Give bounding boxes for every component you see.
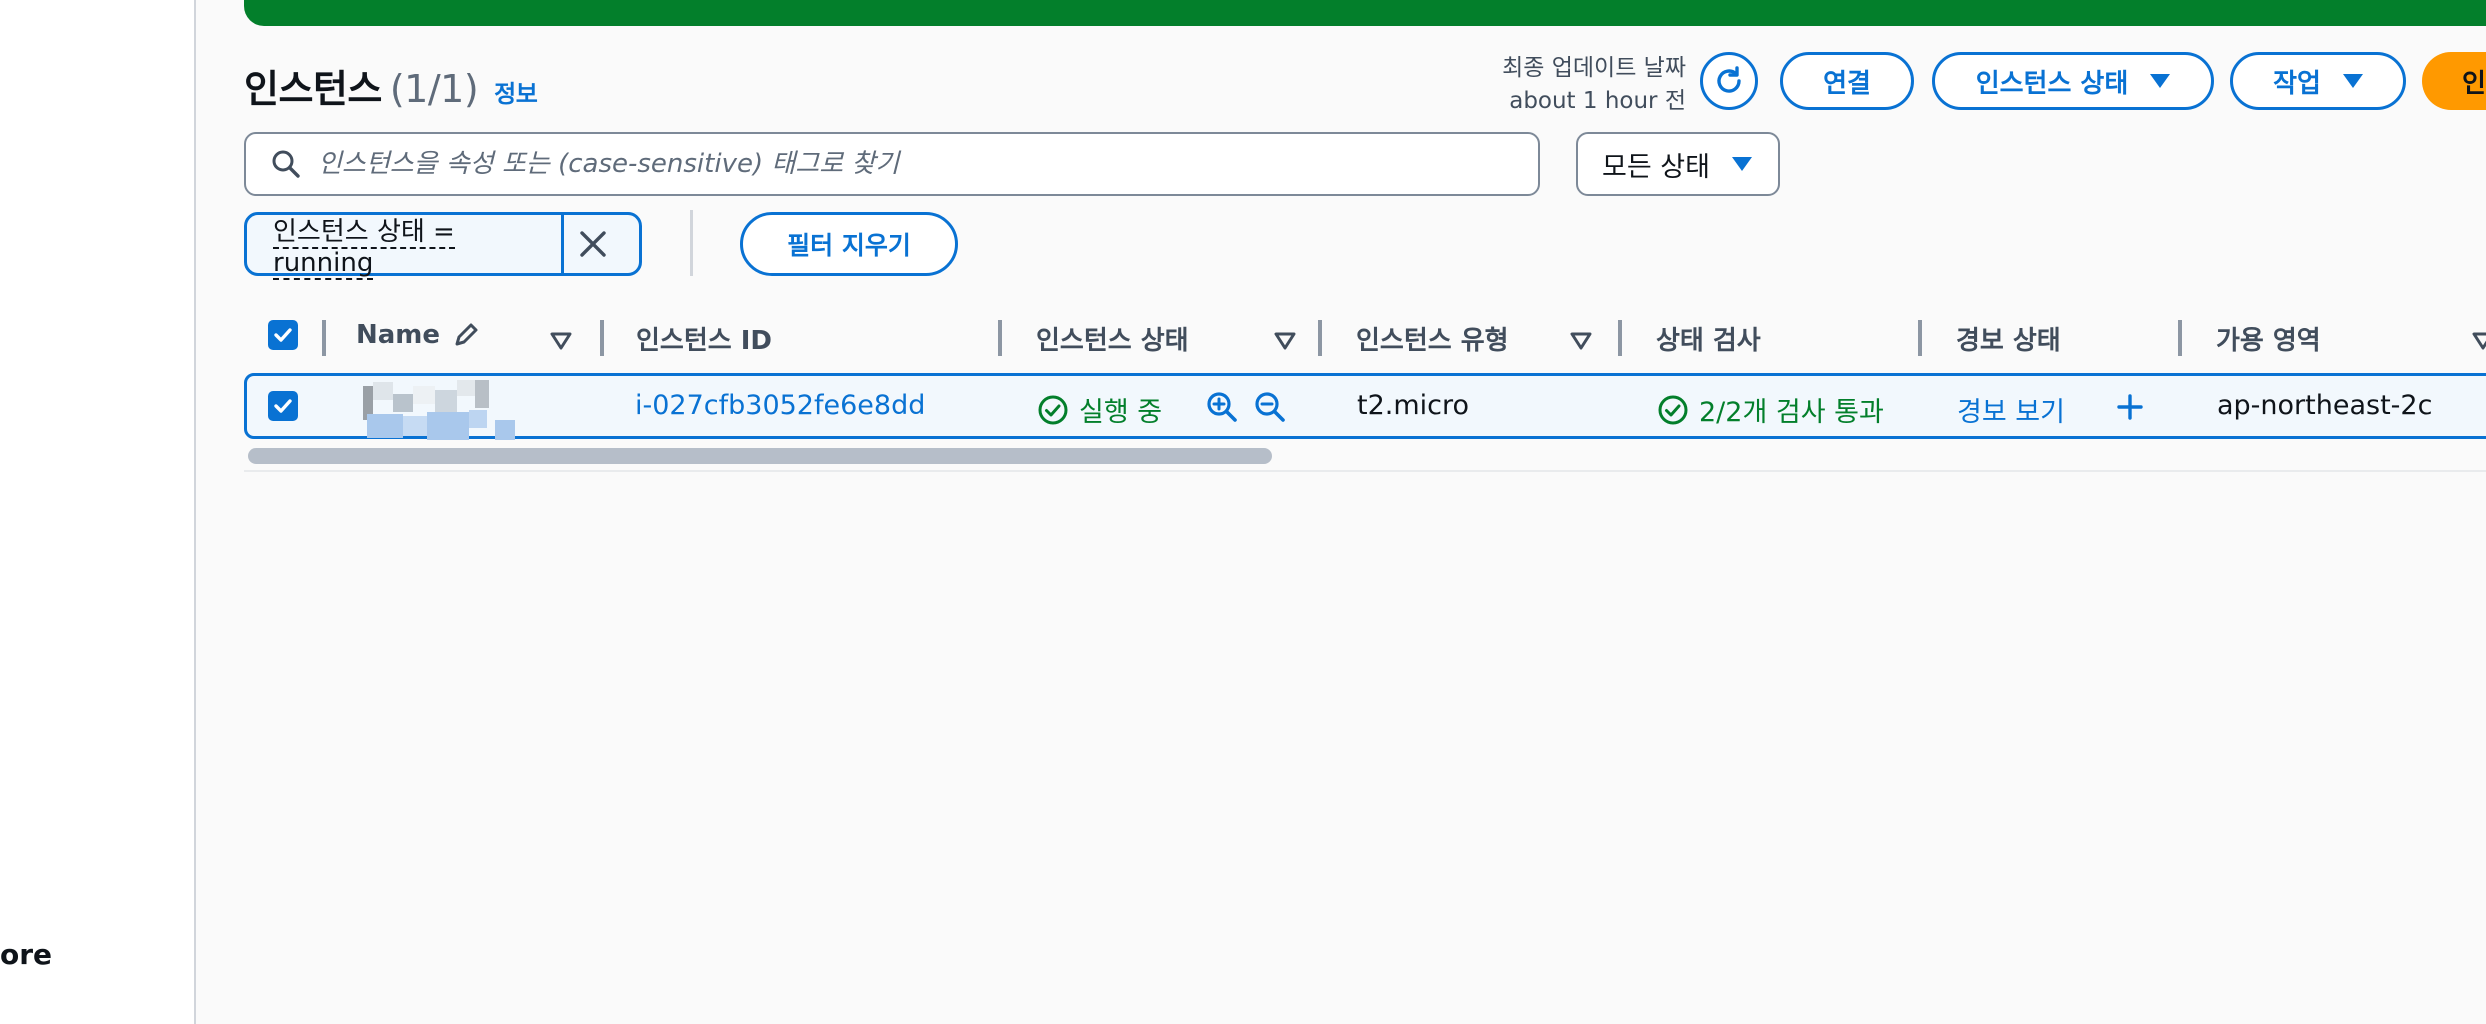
column-header-instance-id[interactable]: 인스턴스 ID [636,320,772,357]
close-icon [580,231,606,257]
pencil-icon [455,323,478,346]
sort-caret-icon[interactable] [550,332,572,350]
state-filter-select[interactable]: 모든 상태 [1576,132,1780,196]
clear-filters-button[interactable]: 필터 지우기 [740,212,958,276]
redacted-name [363,380,515,440]
table-row[interactable]: i-027cfb3052fe6e8dd 실행 중 t2.micro 2/2개 검… [244,373,2486,440]
instance-state-button[interactable]: 인스턴스 상태 [1932,52,2214,110]
instance-state-cell: 실행 중 [1037,390,1162,429]
instance-count: (1/1) [389,67,479,111]
refresh-button[interactable] [1700,52,1758,110]
success-banner [244,0,2486,26]
left-navigation: ore [0,0,196,1024]
title-text: 인스턴스 [244,67,382,111]
column-label: 상태 검사 [1656,326,1761,356]
connect-button[interactable]: 연결 [1780,52,1914,110]
caret-down-icon [2150,74,2171,88]
remove-filter-button[interactable] [561,215,622,273]
check-icon [274,399,292,413]
status-check-value: 2/2개 검사 통과 [1699,397,1884,428]
column-header-status-check[interactable]: 상태 검사 [1656,320,1761,357]
view-alarms-link[interactable]: 경보 보기 [1957,390,2065,429]
column-divider [1918,320,1922,356]
filter-token-label: 인스턴스 상태 = running [273,216,455,280]
horizontal-scrollbar[interactable] [248,448,1272,464]
table-header: Name 인스턴스 ID 인스턴스 상태 인스턴스 유형 상태 검사 경보 상태… [244,316,2486,364]
sort-caret-icon[interactable] [2472,332,2486,350]
checkbox-checked [268,391,298,421]
select-all-checkbox[interactable] [268,320,298,350]
column-label: 인스턴스 유형 [1356,326,1509,356]
info-link[interactable]: 정보 [494,80,538,108]
column-header-availability-zone[interactable]: 가용 영역 [2216,320,2321,357]
last-updated-value: about 1 hour 전 [1509,88,1686,114]
instance-type-value: t2.micro [1357,390,1470,421]
instance-id-link[interactable]: i-027cfb3052fe6e8dd [635,390,925,421]
success-check-icon [1658,395,1688,424]
column-label: Name [356,320,441,350]
status-check-cell: 2/2개 검사 통과 [1657,390,1884,429]
checkbox-checked [268,320,298,350]
connect-label: 연결 [1823,68,1871,99]
column-header-instance-type[interactable]: 인스턴스 유형 [1356,320,1509,357]
column-divider [998,320,1002,356]
success-check-icon [1038,395,1068,424]
page-title: 인스턴스 (1/1) 정보 [244,58,538,113]
caret-down-icon [1731,157,1752,171]
column-divider [600,320,604,356]
column-label: 가용 영역 [2216,326,2321,356]
search-input[interactable] [316,148,1500,180]
column-divider [1618,320,1622,356]
last-updated-label: 최종 업데이트 날짜 [1502,55,1686,81]
check-icon [274,328,292,342]
caret-down-icon [2342,74,2363,88]
instance-state-label: 인스턴스 상태 [1975,68,2129,99]
column-header-name[interactable]: Name [356,320,480,350]
state-filter-value: 모든 상태 [1602,151,1710,183]
actions-button[interactable]: 작업 [2230,52,2406,110]
filter-token-label-wrap: 인스턴스 상태 = running [247,211,561,280]
add-alarm-icon[interactable] [2115,392,2145,422]
column-divider [2178,320,2182,356]
launch-instances-button[interactable]: 인 [2422,52,2486,110]
last-updated: 최종 업데이트 날짜 about 1 hour 전 [1490,52,1686,118]
search-field[interactable] [244,132,1540,196]
column-header-instance-state[interactable]: 인스턴스 상태 [1036,320,1189,357]
zoom-out-icon[interactable] [1253,390,1287,424]
clear-filters-label: 필터 지우기 [787,231,911,260]
availability-zone-value: ap-northeast-2c [2217,390,2433,421]
instance-state-value: 실행 중 [1079,397,1163,428]
column-divider [322,320,326,356]
zoom-in-icon[interactable] [1205,390,1239,424]
sort-caret-icon[interactable] [1570,332,1592,350]
refresh-icon [1717,66,1741,93]
column-label: 인스턴스 ID [636,326,772,356]
launch-label: 인 [2462,68,2486,99]
row-checkbox[interactable] [268,391,298,421]
actions-label: 작업 [2273,68,2321,99]
nav-more-item[interactable]: ore [0,938,52,971]
column-label: 경보 상태 [1956,326,2061,356]
sort-caret-icon[interactable] [1274,332,1296,350]
column-divider [1318,320,1322,356]
search-icon [272,150,300,178]
filter-divider [690,210,693,276]
column-header-alarm-status[interactable]: 경보 상태 [1956,320,2061,357]
table-bottom-divider [244,470,2486,472]
column-label: 인스턴스 상태 [1036,326,1189,356]
filter-token[interactable]: 인스턴스 상태 = running [244,211,642,280]
